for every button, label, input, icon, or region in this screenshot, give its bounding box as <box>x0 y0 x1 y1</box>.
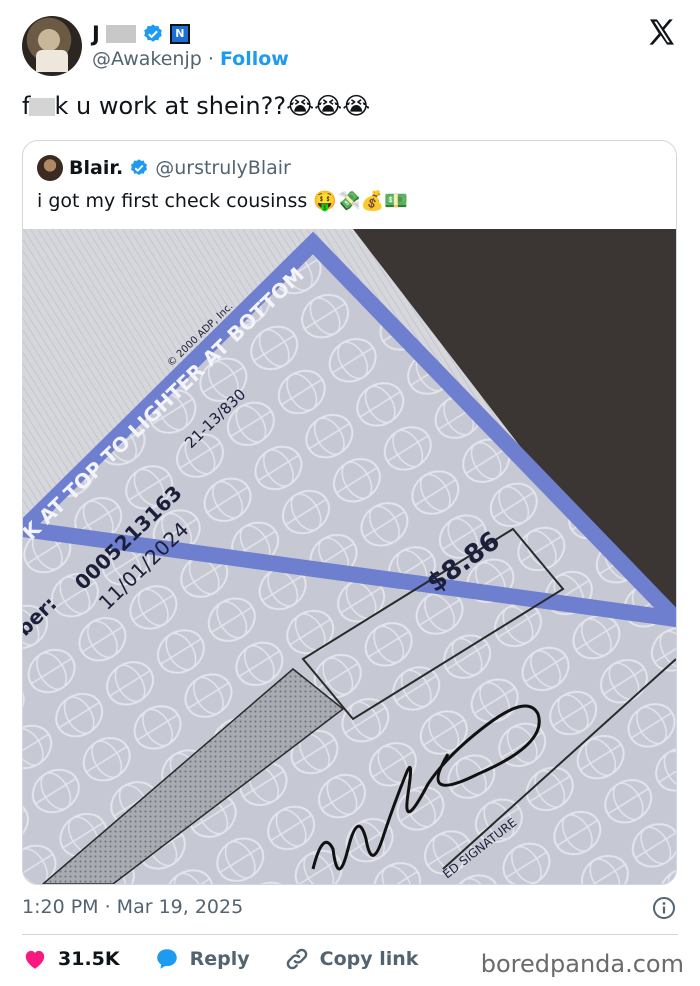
quoted-handle[interactable]: @urstrulyBlair <box>155 157 291 179</box>
divider <box>22 934 678 935</box>
tweet-text: fk u work at shein??😭😭😭 <box>22 92 370 120</box>
watermark: boredpanda.com <box>480 950 684 978</box>
tweet-timestamp[interactable]: 1:20 PM · Mar 19, 2025 <box>22 896 243 918</box>
reply-button[interactable]: Reply <box>154 946 250 972</box>
affiliate-badge-icon: N <box>169 24 190 44</box>
separator: · <box>207 48 214 70</box>
action-bar: 31.5K Reply Copy link <box>22 946 452 972</box>
check-photo[interactable]: K AT TOP TO LIGHTER AT BOTTOM © 2000 ADP… <box>23 229 676 884</box>
quoted-tweet[interactable]: Blair. @urstrulyBlair i got my first che… <box>22 140 677 885</box>
follow-button[interactable]: Follow <box>220 48 289 70</box>
author-handle[interactable]: @Awakenjp <box>92 48 202 70</box>
copy-link-label: Copy link <box>319 948 419 970</box>
verified-badge-icon <box>144 24 162 42</box>
name-redaction <box>105 25 136 43</box>
tweet-text-end: k u work at shein??😭😭😭 <box>54 92 371 120</box>
reply-label: Reply <box>189 948 250 970</box>
like-count: 31.5K <box>58 948 120 970</box>
quoted-avatar[interactable] <box>37 155 63 181</box>
quoted-header: Blair. @urstrulyBlair <box>37 155 291 181</box>
reply-bubble-icon <box>156 949 177 969</box>
quoted-text: i got my first check cousinss 🤑💸💰💵 <box>37 190 408 212</box>
link-icon <box>286 948 307 970</box>
verified-badge-icon <box>131 159 148 176</box>
author-avatar[interactable] <box>22 16 82 76</box>
quoted-name[interactable]: Blair. <box>69 157 123 179</box>
author-name[interactable]: J <box>92 22 100 46</box>
author-name-row: J N <box>92 20 190 48</box>
heart-icon <box>25 950 45 969</box>
author-handle-row: @Awakenjp · Follow <box>92 48 289 70</box>
x-logo-icon[interactable] <box>646 16 678 48</box>
info-icon[interactable] <box>652 896 676 920</box>
like-button[interactable]: 31.5K <box>22 946 120 972</box>
copy-link-button[interactable]: Copy link <box>284 946 419 972</box>
censor-blur <box>29 98 56 116</box>
